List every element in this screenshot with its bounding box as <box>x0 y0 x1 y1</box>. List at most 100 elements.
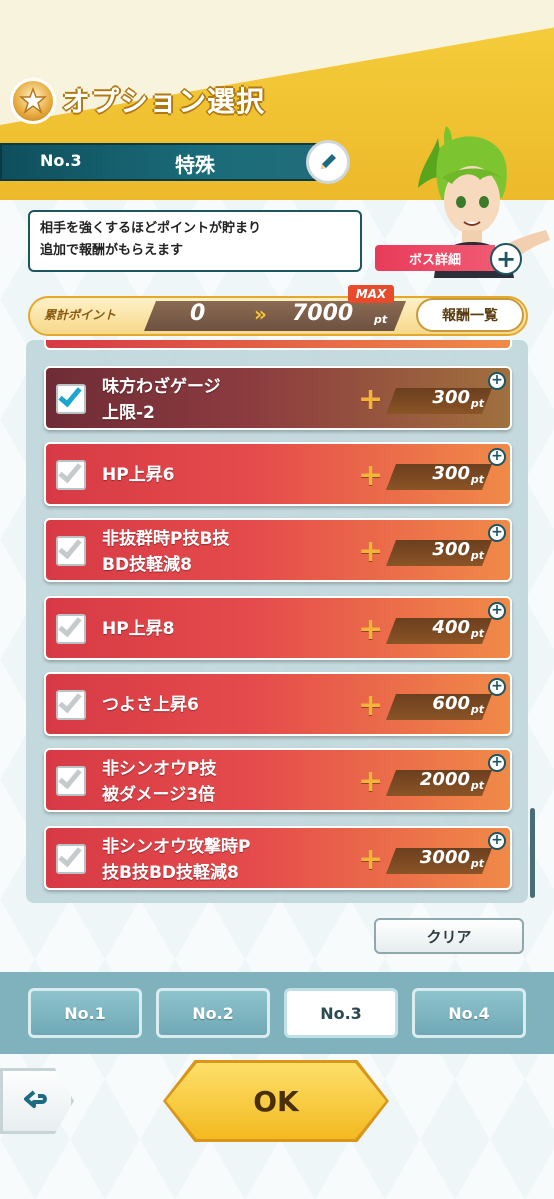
option-item[interactable]: HP上昇8 +400 pt + <box>44 596 512 660</box>
plus-icon: + <box>358 382 384 417</box>
description-line-1: 相手を強くするほどポイントが貯まり <box>40 221 262 236</box>
checkmark-icon <box>58 612 82 638</box>
option-cost-value: 300 <box>432 387 470 408</box>
option-name: 非シンオウP技 被ダメージ3倍 <box>102 756 342 808</box>
option-name-line2: 被ダメージ3倍 <box>102 785 215 805</box>
option-name: つよさ上昇6 <box>102 692 342 718</box>
options-list[interactable]: 味方わざゲージ 上限-2 +300 pt + HP上昇6 +300 pt + 非抜群時P技B技 BD… <box>26 340 528 903</box>
option-name: HP上昇8 <box>102 616 342 642</box>
option-name-line2: BD技軽減8 <box>102 555 192 575</box>
option-cost-value: 600 <box>432 693 470 714</box>
max-tag: MAX <box>348 285 394 303</box>
option-cost-unit: pt <box>470 703 484 716</box>
points-unit: pt <box>374 313 388 326</box>
option-checkbox[interactable] <box>56 842 86 874</box>
option-checkbox[interactable] <box>56 458 86 490</box>
points-slab <box>144 301 406 331</box>
option-item[interactable]: HP上昇6 +300 pt + <box>44 442 512 506</box>
option-cost-unit: pt <box>470 549 484 562</box>
option-info-icon[interactable]: + <box>488 524 506 542</box>
checkmark-icon <box>58 688 82 714</box>
reward-list-button[interactable]: 報酬一覧 <box>416 298 524 332</box>
option-item[interactable]: つよさ上昇6 +600 pt + <box>44 672 512 736</box>
option-info-icon[interactable]: + <box>488 754 506 772</box>
ok-button[interactable]: OK <box>166 1063 386 1139</box>
option-item[interactable]: 非シンオウ攻撃時P 技B技BD技軽減8 +3000 pt + <box>44 826 512 890</box>
option-checkbox[interactable] <box>56 688 86 720</box>
plus-icon: + <box>358 534 384 569</box>
boss-detail-plus-icon[interactable]: + <box>490 243 522 275</box>
option-set-label: 特殊 <box>175 153 215 177</box>
plus-icon: + <box>358 688 384 723</box>
list-scrollbar[interactable] <box>530 808 535 898</box>
back-button[interactable] <box>0 1068 74 1134</box>
tab-no3[interactable]: No.3 <box>284 988 398 1038</box>
option-name-line1: 非シンオウ攻撃時P <box>102 837 251 857</box>
plus-icon: + <box>358 458 384 493</box>
option-cost: +2000 pt <box>358 764 498 799</box>
checkmark-icon <box>58 534 82 560</box>
option-cost: +600 pt <box>358 688 498 723</box>
edit-button[interactable] <box>306 140 350 184</box>
option-name: 非抜群時P技B技 BD技軽減8 <box>102 526 342 578</box>
option-name: 非シンオウ攻撃時P 技B技BD技軽減8 <box>102 834 342 886</box>
page-title: オプション選択 <box>62 85 266 118</box>
crown-emblem-icon <box>10 78 56 124</box>
option-name-line1: 非抜群時P技B技 <box>102 529 230 549</box>
checkmark-icon <box>58 764 82 790</box>
points-label: 累計ポイント <box>44 308 117 322</box>
checkmark-icon <box>58 382 82 408</box>
option-name-line1: HP上昇6 <box>102 465 175 485</box>
option-cost: +400 pt <box>358 612 498 647</box>
back-arrow-icon <box>24 1090 47 1108</box>
option-name: HP上昇6 <box>102 462 342 488</box>
option-cost: +300 pt <box>358 534 498 569</box>
option-info-icon[interactable]: + <box>488 832 506 850</box>
clear-button[interactable]: クリア <box>374 918 524 954</box>
option-cost: +3000 pt <box>358 842 498 877</box>
option-cost-value: 400 <box>432 617 470 638</box>
option-set-number: No.3 <box>40 151 82 170</box>
option-item[interactable]: 非シンオウP技 被ダメージ3倍 +2000 pt + <box>44 748 512 812</box>
checkmark-icon <box>58 458 82 484</box>
option-cost-unit: pt <box>470 779 484 792</box>
tab-no1[interactable]: No.1 <box>28 988 142 1038</box>
option-info-icon[interactable]: + <box>488 678 506 696</box>
option-info-icon[interactable]: + <box>488 448 506 466</box>
option-cost: +300 pt <box>358 382 498 417</box>
description-box: 相手を強くするほどポイントが貯まり 追加で報酬がもらえます <box>28 210 362 272</box>
list-item-peek <box>44 340 512 350</box>
option-checkbox[interactable] <box>56 764 86 796</box>
checkmark-icon <box>58 842 82 868</box>
plus-icon: + <box>358 842 384 877</box>
option-info-icon[interactable]: + <box>488 372 506 390</box>
option-item[interactable]: 味方わざゲージ 上限-2 +300 pt + <box>44 366 512 430</box>
option-name-line1: 非シンオウP技 <box>102 759 217 779</box>
tab-no2[interactable]: No.2 <box>156 988 270 1038</box>
points-arrow-icon: » <box>254 302 267 326</box>
points-current: 0 <box>190 301 206 326</box>
option-name-line1: 味方わざゲージ <box>102 377 221 397</box>
option-cost-unit: pt <box>470 473 484 486</box>
option-item[interactable]: 非抜群時P技B技 BD技軽減8 +300 pt + <box>44 518 512 582</box>
option-checkbox[interactable] <box>56 612 86 644</box>
option-cost-value: 3000 <box>419 847 470 868</box>
boss-detail-button[interactable]: ボス詳細 <box>375 245 495 271</box>
plus-icon: + <box>358 764 384 799</box>
points-max: 7000 <box>292 301 354 326</box>
option-cost-unit: pt <box>470 627 484 640</box>
option-checkbox[interactable] <box>56 534 86 566</box>
option-name: 味方わざゲージ 上限-2 <box>102 374 342 426</box>
pencil-icon <box>321 154 336 169</box>
option-name-line1: つよさ上昇6 <box>102 695 199 715</box>
description-line-2: 追加で報酬がもらえます <box>40 243 184 258</box>
option-info-icon[interactable]: + <box>488 602 506 620</box>
option-cost-value: 300 <box>432 539 470 560</box>
option-checkbox[interactable] <box>56 382 86 414</box>
option-cost: +300 pt <box>358 458 498 493</box>
option-cost-unit: pt <box>470 857 484 870</box>
option-name-line1: HP上昇8 <box>102 619 175 639</box>
option-name-line2: 上限-2 <box>102 403 155 423</box>
tab-no4[interactable]: No.4 <box>412 988 526 1038</box>
option-name-line2: 技B技BD技軽減8 <box>102 863 239 883</box>
